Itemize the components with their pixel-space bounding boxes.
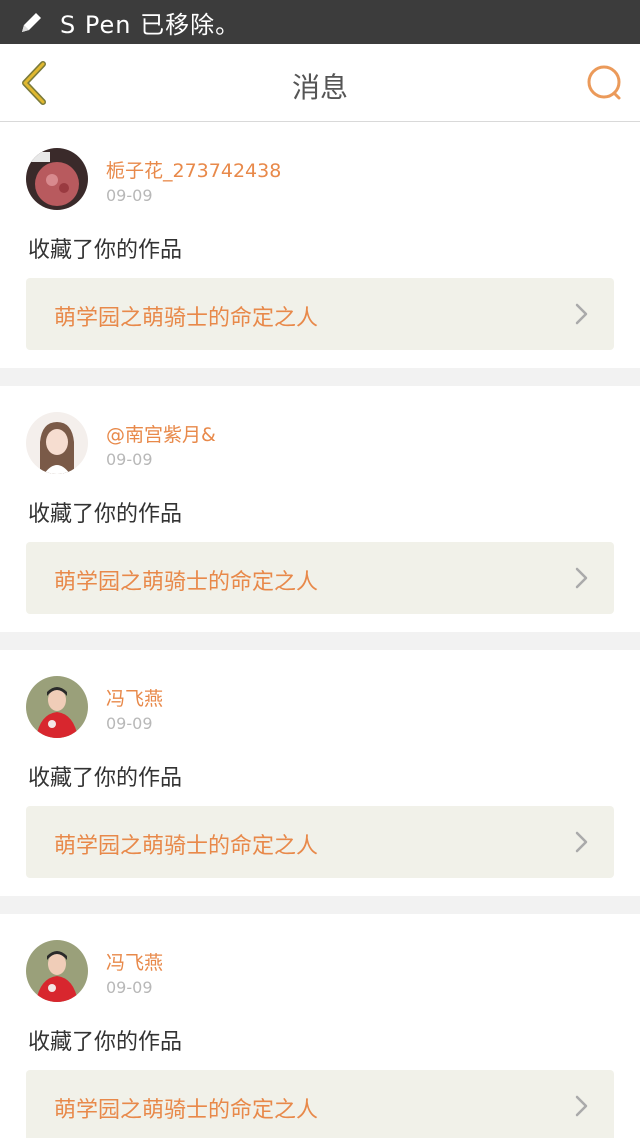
pen-icon — [18, 8, 46, 36]
message-date: 09-09 — [106, 978, 153, 997]
avatar[interactable] — [26, 412, 88, 474]
message-date: 09-09 — [106, 714, 153, 733]
chevron-right-icon — [575, 1095, 588, 1117]
header: 消息 — [0, 44, 640, 122]
message-card: 冯飞燕 09-09 收藏了你的作品 萌学园之萌骑士的命定之人 — [0, 650, 640, 896]
work-title: 萌学园之萌骑士的命定之人 — [54, 1098, 319, 1123]
status-text: S Pen 已移除。 — [60, 10, 241, 39]
work-title: 萌学园之萌骑士的命定之人 — [54, 834, 319, 859]
username[interactable]: @南宫紫月& — [106, 420, 216, 447]
message-card: 栀子花_273742438 09-09 收藏了你的作品 萌学园之萌骑士的命定之人 — [0, 122, 640, 368]
work-title: 萌学园之萌骑士的命定之人 — [54, 570, 319, 595]
chevron-right-icon — [575, 567, 588, 589]
chevron-right-icon — [575, 831, 588, 853]
username[interactable]: 冯飞燕 — [106, 684, 163, 711]
search-button[interactable] — [584, 62, 626, 104]
action-text: 收藏了你的作品 — [28, 1030, 183, 1055]
work-link[interactable]: 萌学园之萌骑士的命定之人 — [26, 1070, 614, 1138]
message-card: @南宫紫月& 09-09 收藏了你的作品 萌学园之萌骑士的命定之人 — [0, 386, 640, 632]
work-link[interactable]: 萌学园之萌骑士的命定之人 — [26, 806, 614, 878]
action-text: 收藏了你的作品 — [28, 766, 183, 791]
avatar[interactable] — [26, 940, 88, 1002]
message-date: 09-09 — [106, 186, 153, 205]
message-date: 09-09 — [106, 450, 153, 469]
username[interactable]: 冯飞燕 — [106, 948, 163, 975]
work-title: 萌学园之萌骑士的命定之人 — [54, 306, 319, 331]
work-link[interactable]: 萌学园之萌骑士的命定之人 — [26, 542, 614, 614]
avatar[interactable] — [26, 148, 88, 210]
action-text: 收藏了你的作品 — [28, 502, 183, 527]
message-list: 栀子花_273742438 09-09 收藏了你的作品 萌学园之萌骑士的命定之人… — [0, 122, 640, 1138]
message-card: 冯飞燕 09-09 收藏了你的作品 萌学园之萌骑士的命定之人 — [0, 914, 640, 1138]
status-bar: S Pen 已移除。 — [0, 0, 640, 44]
page-title: 消息 — [291, 71, 348, 104]
search-icon — [587, 65, 621, 100]
work-link[interactable]: 萌学园之萌骑士的命定之人 — [26, 278, 614, 350]
avatar[interactable] — [26, 676, 88, 738]
chevron-right-icon — [575, 303, 588, 325]
username[interactable]: 栀子花_273742438 — [106, 156, 281, 183]
action-text: 收藏了你的作品 — [28, 238, 183, 263]
